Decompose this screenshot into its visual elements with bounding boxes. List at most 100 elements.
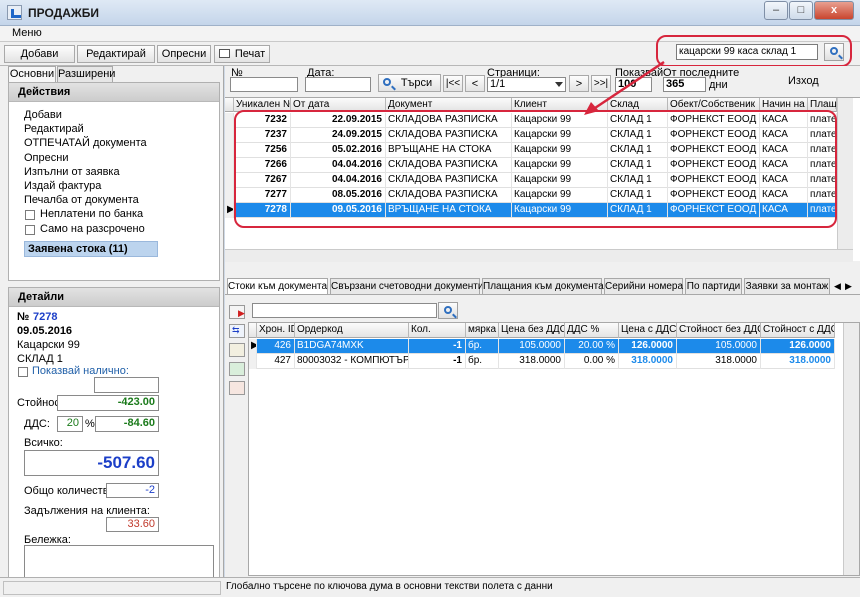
col-header[interactable]: Цена без ДДС <box>499 323 565 338</box>
search-icon <box>383 78 391 86</box>
item-cell: 80003032 - КОМПЮТЪР <box>295 354 409 369</box>
menu-item[interactable]: Меню <box>12 27 42 39</box>
status-bar: Глобално търсене по ключова дума в основ… <box>0 577 860 597</box>
item-cell: 105.0000 <box>499 339 565 354</box>
item-row[interactable]: ▶426B1DGA74MXK-1бр.105.000020.00 %126.00… <box>249 339 835 354</box>
tabs-left-arrow[interactable]: ◀ <box>834 281 841 292</box>
number-filter-input[interactable] <box>230 77 298 92</box>
delete-item-icon[interactable] <box>229 381 245 395</box>
tab-extended[interactable]: Разширени <box>57 66 115 82</box>
col-header[interactable]: Кол. <box>409 323 466 338</box>
window-title: ПРОДАЖБИ <box>28 6 99 20</box>
tab-payments[interactable]: Плащания към документа <box>482 278 604 294</box>
row-indicator <box>225 188 234 203</box>
items-search-input[interactable] <box>252 303 437 318</box>
refresh-button[interactable]: Опресни <box>157 45 211 63</box>
action-from-request[interactable]: Изпълни от заявка <box>24 166 120 178</box>
items-body: ▶426B1DGA74MXK-1бр.105.000020.00 %126.00… <box>249 339 835 379</box>
requested-stock-link[interactable]: Заявена стока (11) <box>24 241 158 257</box>
pages-value: 1/1 <box>490 78 506 90</box>
add-button[interactable]: Добави <box>4 45 75 63</box>
search-filter-button[interactable]: Търси <box>378 74 441 92</box>
available-field <box>94 377 159 393</box>
tab-basic[interactable]: Основни <box>8 66 56 82</box>
date-filter-input[interactable] <box>305 77 371 92</box>
excel-icon[interactable] <box>229 362 245 376</box>
items-search-button[interactable] <box>438 302 458 319</box>
chevron-down-icon <box>555 82 563 87</box>
transfer-icon[interactable]: ⇆ <box>229 324 245 338</box>
row-indicator <box>225 128 234 143</box>
item-cell: -1 <box>409 354 466 369</box>
annotation-arrow <box>584 60 665 115</box>
qty-field: -2 <box>106 483 159 498</box>
col-header[interactable]: Ордеркод <box>295 323 409 338</box>
item-cell: B1DGA74MXK <box>295 339 409 354</box>
tabs-right-arrow[interactable]: ▶ <box>845 281 852 292</box>
action-print-doc[interactable]: ОТПЕЧАТАЙ документа <box>24 137 147 149</box>
bottom-tabs: Стоки към документа Свързани счетоводни … <box>225 278 860 295</box>
details-warehouse: СКЛАД 1 <box>17 353 63 365</box>
details-title: Детайли <box>9 288 219 307</box>
action-refresh[interactable]: Опресни <box>24 152 68 164</box>
row-indicator-header <box>249 323 257 338</box>
col-header[interactable]: мярка <box>466 323 499 338</box>
documents-horizontal-scrollbar[interactable] <box>225 249 853 262</box>
tab-installation-requests[interactable]: Заявки за монтаж <box>744 278 830 294</box>
annotation-arrow-line <box>591 60 665 112</box>
col-header[interactable]: Цена с ДДС <box>619 323 677 338</box>
debt-field: 33.60 <box>106 517 159 532</box>
item-cell: 318.0000 <box>761 354 835 369</box>
total-label: Всичко: <box>24 437 63 449</box>
annotation-results-highlight <box>234 110 837 228</box>
annotation-search-highlight <box>656 35 852 67</box>
action-issue-invoice[interactable]: Издай фактура <box>24 180 101 192</box>
prev-page-button[interactable]: < <box>465 75 485 92</box>
annotation-arrow-head <box>584 102 599 115</box>
tab-goods[interactable]: Стоки към документа <box>227 278 328 294</box>
vat-percent-field[interactable]: 20 <box>57 416 83 432</box>
tab-batches[interactable]: По партиди <box>685 278 742 294</box>
items-header: Хрон. ID Ордеркод Кол. мярка Цена без ДД… <box>249 323 835 338</box>
unpaid-bank-checkbox[interactable] <box>25 210 35 220</box>
row-indicator <box>225 113 234 128</box>
action-edit[interactable]: Редактирай <box>24 123 84 135</box>
print-button[interactable]: Печат <box>214 45 270 63</box>
tab-accounting-docs[interactable]: Свързани счетоводни документи <box>330 278 483 294</box>
action-profit[interactable]: Печалба от документа <box>24 194 139 206</box>
pages-select[interactable]: 1/1 <box>487 77 566 92</box>
item-cell: 318.0000 <box>619 354 677 369</box>
items-grid: Хрон. ID Ордеркод Кол. мярка Цена без ДД… <box>248 322 860 576</box>
documents-vertical-scrollbar[interactable] <box>837 98 853 249</box>
app-icon <box>7 5 22 20</box>
item-cell: 318.0000 <box>677 354 761 369</box>
details-client: Кацарски 99 <box>17 339 80 351</box>
col-header[interactable]: Стойност с ДДС <box>761 323 835 338</box>
first-page-button[interactable]: |<< <box>443 75 463 92</box>
installments-label: Само на разсрочено <box>40 223 145 235</box>
installments-checkbox[interactable] <box>25 225 35 235</box>
col-header[interactable]: Хрон. ID <box>257 323 295 338</box>
status-left-pane <box>3 581 221 595</box>
debt-label: Задължения на клиента: <box>24 505 150 517</box>
item-row[interactable]: 427 80003032 - КОМПЮТЪР -1 бр. 318.0000 0.00 … <box>249 354 835 369</box>
search-filter-label: Търси <box>400 77 433 89</box>
col-header[interactable]: ДДС % <box>565 323 619 338</box>
col-header[interactable]: Стойност без ДДС <box>677 323 761 338</box>
show-available-checkbox[interactable] <box>18 367 28 377</box>
item-cell: бр. <box>466 354 499 369</box>
items-vertical-scrollbar[interactable] <box>843 323 859 575</box>
item-cell: 126.0000 <box>761 339 835 354</box>
add-item-icon[interactable]: ▶ <box>229 305 245 319</box>
exit-button[interactable]: Изход <box>788 75 819 87</box>
action-add[interactable]: Добави <box>24 109 62 121</box>
package-icon[interactable] <box>229 343 245 357</box>
item-cell: 20.00 % <box>565 339 619 354</box>
maximize-button[interactable]: □ <box>789 1 813 20</box>
item-cell: бр. <box>466 339 499 354</box>
tab-serial-numbers[interactable]: Серийни номера <box>604 278 683 294</box>
close-button[interactable]: x <box>814 1 854 20</box>
details-number: 7278 <box>33 311 58 323</box>
edit-button[interactable]: Редактирай <box>77 45 155 63</box>
minimize-button[interactable]: – <box>764 1 788 20</box>
